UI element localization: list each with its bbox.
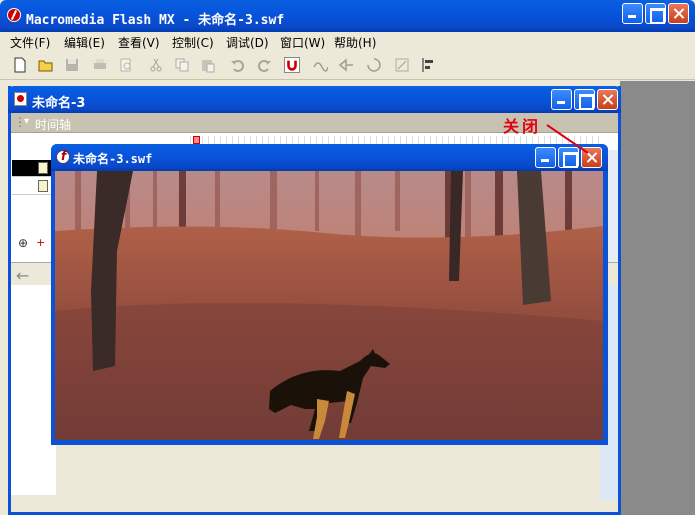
menu-bar: 文件(F) 编辑(E) 查看(V) 控制(C) 调试(D) 窗口(W) 帮助(H… — [0, 32, 695, 52]
menu-control[interactable]: 控制(C) — [172, 34, 214, 51]
layer-list — [12, 152, 52, 195]
menu-help[interactable]: 帮助(H) — [334, 34, 376, 51]
scale-icon[interactable] — [394, 57, 410, 73]
app-minimize-button[interactable] — [622, 3, 643, 24]
layer-icon — [38, 162, 48, 174]
copy-icon[interactable] — [174, 57, 190, 73]
open-icon[interactable] — [38, 57, 54, 73]
new-icon[interactable] — [12, 57, 28, 73]
redo-icon[interactable] — [256, 57, 272, 73]
document-icon — [14, 92, 27, 106]
gripper-icon[interactable]: ⋮ — [14, 115, 26, 129]
stage-area — [11, 285, 56, 495]
add-layer-icon[interactable]: ⊕ — [18, 236, 28, 250]
timeline-label: 时间轴 — [35, 118, 72, 132]
flash-app-icon — [7, 8, 21, 22]
swf-close-button[interactable] — [581, 147, 602, 168]
close-annotation: 关闭 — [503, 117, 542, 136]
doc-close-button[interactable] — [597, 89, 618, 110]
menu-edit[interactable]: 编辑(E) — [64, 34, 105, 51]
paste-icon[interactable] — [200, 57, 216, 73]
app-title: Macromedia Flash MX - 未命名-3.swf — [26, 13, 285, 28]
app-titlebar[interactable]: Macromedia Flash MX - 未命名-3.swf — [0, 0, 695, 32]
snap-magnet-icon[interactable] — [284, 57, 300, 73]
print-preview-icon[interactable] — [118, 57, 134, 73]
doc-maximize-button[interactable] — [574, 89, 595, 110]
main-toolbar — [0, 52, 695, 80]
swf-maximize-button[interactable] — [558, 147, 579, 168]
cut-icon[interactable] — [148, 57, 164, 73]
document-title: 未命名-3 — [32, 96, 86, 111]
add-guide-layer-icon[interactable]: + — [36, 236, 45, 249]
save-icon[interactable] — [64, 57, 80, 73]
menu-debug[interactable]: 调试(D) — [226, 34, 269, 51]
menu-file[interactable]: 文件(F) — [10, 34, 50, 51]
menu-view[interactable]: 查看(V) — [118, 34, 160, 51]
swf-minimize-button[interactable] — [535, 147, 556, 168]
playhead[interactable] — [193, 136, 200, 144]
layer-icon — [38, 180, 48, 192]
workspace-background — [620, 81, 695, 515]
menu-window[interactable]: 窗口(W) — [280, 34, 325, 51]
flash-player-icon — [56, 149, 70, 164]
app-maximize-button[interactable] — [645, 3, 666, 24]
document-titlebar[interactable]: 未命名-3 — [8, 86, 621, 113]
print-icon[interactable] — [92, 57, 108, 73]
undo-icon[interactable] — [230, 57, 246, 73]
swf-titlebar[interactable]: 未命名-3.swf — [51, 144, 608, 171]
frame-ruler[interactable] — [190, 136, 600, 144]
align-icon[interactable] — [420, 57, 436, 73]
smooth-icon[interactable] — [312, 57, 328, 73]
layer-row[interactable] — [12, 178, 52, 195]
straighten-icon[interactable] — [338, 57, 354, 73]
swf-title: 未命名-3.swf — [73, 152, 153, 166]
swf-movie-scene — [55, 171, 603, 440]
layer-row[interactable] — [12, 160, 52, 177]
back-arrow-icon[interactable]: ← — [16, 266, 29, 285]
doc-minimize-button[interactable] — [551, 89, 572, 110]
rotate-icon[interactable] — [366, 57, 382, 73]
app-close-button[interactable] — [668, 3, 689, 24]
